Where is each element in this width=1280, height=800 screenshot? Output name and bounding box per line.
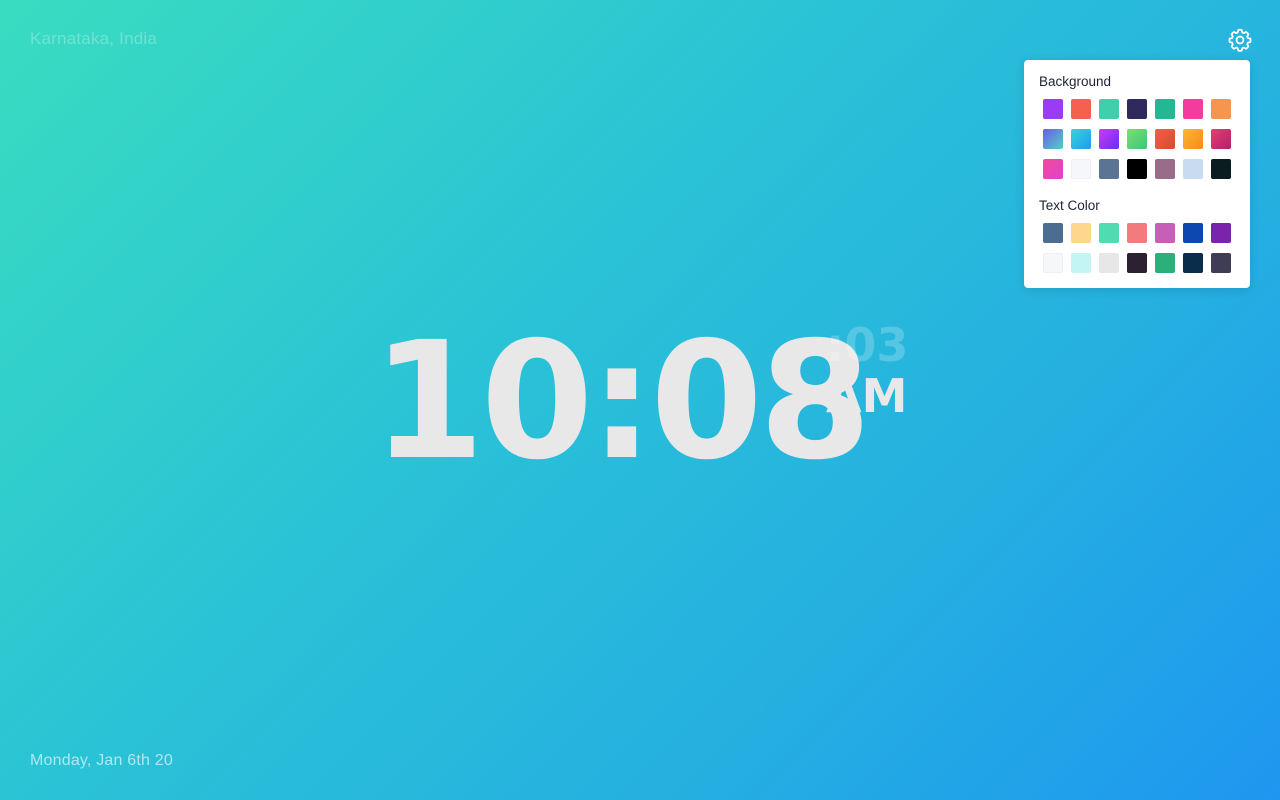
text-color-swatch-3[interactable]	[1099, 223, 1119, 243]
clock: 10:08 :03 AM	[372, 302, 912, 502]
text-color-swatch-12[interactable]	[1155, 253, 1175, 273]
text-color-swatch-1[interactable]	[1043, 223, 1063, 243]
text-color-swatch-14[interactable]	[1211, 253, 1231, 273]
text-color-swatch-13[interactable]	[1183, 253, 1203, 273]
settings-panel: Background Text Color	[1024, 60, 1250, 288]
location-label: Karnataka, India	[30, 29, 158, 48]
text-color-swatch-grid	[1043, 223, 1231, 273]
background-swatch-4[interactable]	[1127, 99, 1147, 119]
text-color-label: Text Color	[1039, 198, 1100, 213]
clock-time: 10:08	[372, 308, 872, 496]
text-color-swatch-7[interactable]	[1211, 223, 1231, 243]
background-label: Background	[1039, 74, 1112, 89]
background-swatch-19[interactable]	[1155, 159, 1175, 179]
text-color-swatch-10[interactable]	[1099, 253, 1119, 273]
settings-gear-button[interactable]	[1227, 27, 1253, 53]
text-color-swatch-2[interactable]	[1071, 223, 1091, 243]
text-color-swatch-4[interactable]	[1127, 223, 1147, 243]
background-swatch-21[interactable]	[1211, 159, 1231, 179]
background-swatch-18[interactable]	[1127, 159, 1147, 179]
text-color-swatch-11[interactable]	[1127, 253, 1147, 273]
background-swatch-12[interactable]	[1155, 129, 1175, 149]
background-swatch-11[interactable]	[1127, 129, 1147, 149]
background-swatch-2[interactable]	[1071, 99, 1091, 119]
text-color-swatch-8[interactable]	[1043, 253, 1063, 273]
text-color-swatch-5[interactable]	[1155, 223, 1175, 243]
background-swatch-13[interactable]	[1183, 129, 1203, 149]
background-swatch-5[interactable]	[1155, 99, 1175, 119]
background-swatch-grid	[1043, 99, 1231, 179]
background-swatch-20[interactable]	[1183, 159, 1203, 179]
background-swatch-9[interactable]	[1071, 129, 1091, 149]
clock-ampm: AM	[826, 369, 908, 423]
background-swatch-17[interactable]	[1099, 159, 1119, 179]
background-swatch-14[interactable]	[1211, 129, 1231, 149]
gear-icon	[1228, 28, 1252, 52]
text-color-swatch-6[interactable]	[1183, 223, 1203, 243]
background-swatch-16[interactable]	[1071, 159, 1091, 179]
background-swatch-6[interactable]	[1183, 99, 1203, 119]
clock-seconds: :03	[826, 318, 909, 372]
background-swatch-7[interactable]	[1211, 99, 1231, 119]
background-swatch-8[interactable]	[1043, 129, 1063, 149]
date-label: Monday, Jan 6th 20	[30, 752, 173, 769]
background-swatch-1[interactable]	[1043, 99, 1063, 119]
text-color-swatch-9[interactable]	[1071, 253, 1091, 273]
background-swatch-3[interactable]	[1099, 99, 1119, 119]
background-swatch-15[interactable]	[1043, 159, 1063, 179]
background-swatch-10[interactable]	[1099, 129, 1119, 149]
